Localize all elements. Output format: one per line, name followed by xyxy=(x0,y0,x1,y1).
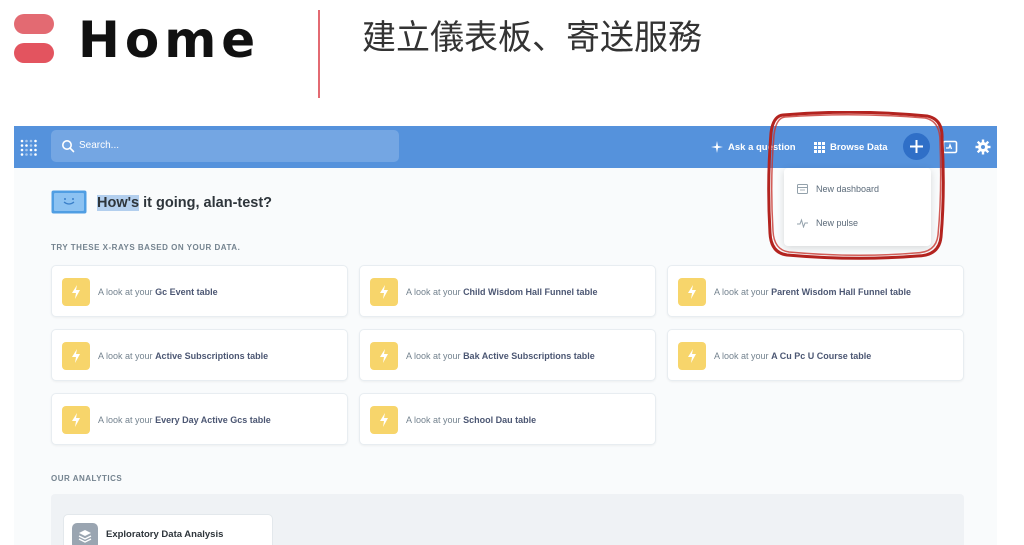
bolt-icon xyxy=(62,406,90,434)
bolt-icon xyxy=(370,406,398,434)
xray-card-label: A look at your School Dau table xyxy=(406,415,537,425)
metabase-logo-icon[interactable] xyxy=(20,138,38,156)
slide-title: Home xyxy=(78,11,261,69)
xray-card-label: A look at your A Cu Pc U Course table xyxy=(714,351,872,361)
bolt-icon xyxy=(370,342,398,370)
title-divider xyxy=(318,10,320,98)
xray-card[interactable]: A look at your Active Subscriptions tabl… xyxy=(51,329,348,381)
xray-card[interactable]: A look at your School Dau table xyxy=(359,393,656,445)
bolt-icon xyxy=(62,278,90,306)
logo-bar-bottom xyxy=(14,43,54,63)
xray-card[interactable]: A look at your A Cu Pc U Course table xyxy=(667,329,964,381)
xray-card-label: A look at your Gc Event table xyxy=(98,287,218,297)
xray-card-label: A look at your Child Wisdom Hall Funnel … xyxy=(406,287,598,297)
gear-icon[interactable] xyxy=(975,139,991,155)
xray-card-label: A look at your Parent Wisdom Hall Funnel… xyxy=(714,287,912,297)
greeting-avatar-icon xyxy=(51,190,87,214)
xray-card[interactable]: A look at your Parent Wisdom Hall Funnel… xyxy=(667,265,964,317)
collection-card[interactable]: Exploratory Data Analysis xyxy=(63,514,273,545)
xray-card[interactable]: A look at your Gc Event table xyxy=(51,265,348,317)
collection-icon xyxy=(72,523,98,545)
greeting-text: How's it going, alan-test? xyxy=(97,194,272,212)
collection-name: Exploratory Data Analysis xyxy=(106,529,224,540)
bolt-icon xyxy=(678,278,706,306)
bolt-icon xyxy=(370,278,398,306)
xray-card[interactable]: A look at your Bak Active Subscriptions … xyxy=(359,329,656,381)
xray-card[interactable]: A look at your Every Day Active Gcs tabl… xyxy=(51,393,348,445)
xray-card[interactable]: A look at your Child Wisdom Hall Funnel … xyxy=(359,265,656,317)
xray-card-label: A look at your Every Day Active Gcs tabl… xyxy=(98,415,271,425)
analytics-section-label: OUR ANALYTICS xyxy=(51,474,123,483)
slide-subtitle: 建立儀表板、寄送服務 xyxy=(362,18,702,58)
highlight-annotation xyxy=(767,111,945,260)
xray-card-label: A look at your Bak Active Subscriptions … xyxy=(406,351,595,361)
search-placeholder: Search... xyxy=(79,140,120,151)
bolt-icon xyxy=(62,342,90,370)
greeting-rest: it going, alan-test? xyxy=(139,195,273,211)
search-input[interactable]: Search... xyxy=(51,130,399,162)
search-icon xyxy=(62,140,75,153)
bolt-icon xyxy=(678,342,706,370)
xray-section-label: TRY THESE X-RAYS BASED ON YOUR DATA. xyxy=(51,243,241,252)
xray-card-label: A look at your Active Subscriptions tabl… xyxy=(98,351,269,361)
logo-bar-top xyxy=(14,14,54,34)
plus-sparkle-icon xyxy=(711,141,723,153)
greeting-highlight: How's xyxy=(97,195,140,211)
